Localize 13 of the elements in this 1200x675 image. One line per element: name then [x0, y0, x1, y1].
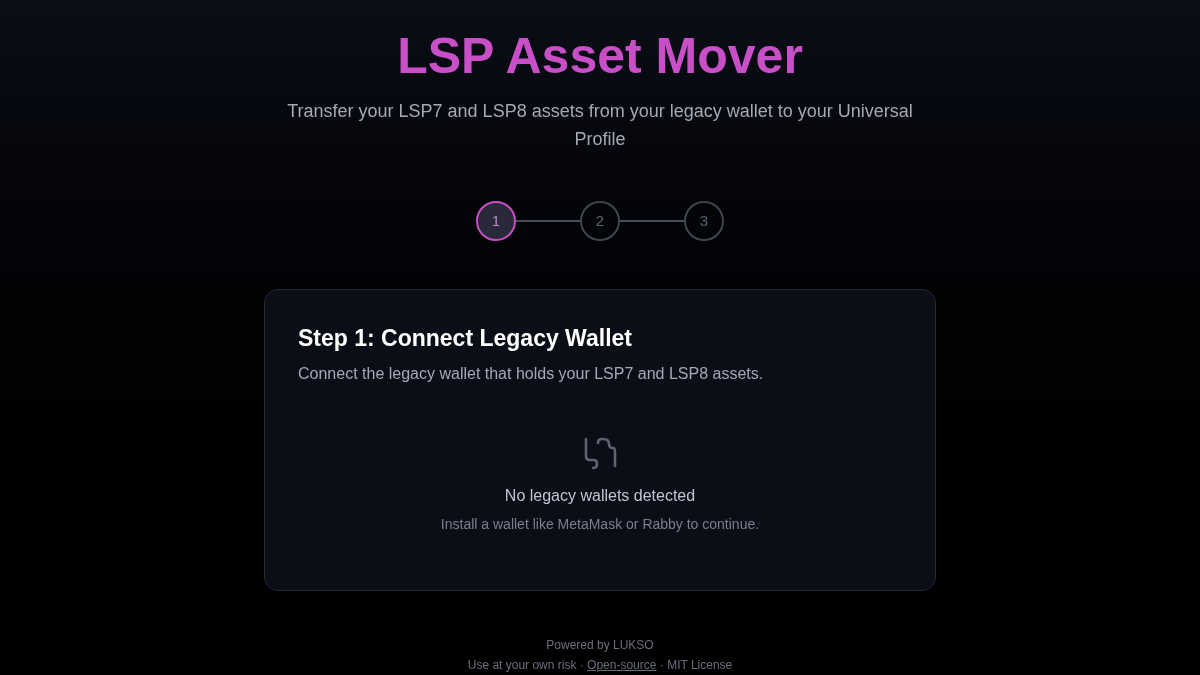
- open-source-link[interactable]: Open-source: [587, 658, 657, 672]
- card-title: Step 1: Connect Legacy Wallet: [298, 324, 633, 353]
- broken-link-icon: [582, 436, 618, 470]
- footer-note: Use at your own risk · Open-source · MIT License: [467, 657, 733, 673]
- app-subtitle: Transfer your LSP7 and LSP8 assets from your legacy wallet to your Universal Profile: [286, 100, 914, 151]
- app-title: LSP Asset Mover: [397, 27, 803, 85]
- step-indicator: 1: [476, 201, 516, 241]
- footer-credit: Powered by LUKSO: [546, 637, 654, 653]
- step-indicator: 3: [684, 201, 724, 241]
- card-description: Connect the legacy wallet that holds your LSP7 and LSP8 assets.: [298, 364, 765, 384]
- empty-state-hint: Install a wallet like MetaMask or Rabby to continue.: [440, 515, 760, 534]
- step-indicator: 2: [580, 201, 620, 241]
- empty-state-title: No legacy wallets detected: [504, 486, 696, 506]
